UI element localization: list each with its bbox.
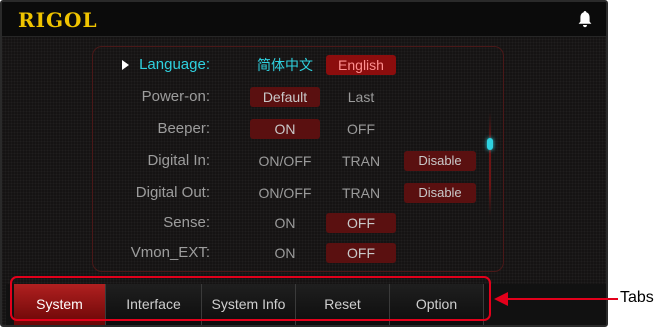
beeper-option-on[interactable]: ON bbox=[250, 119, 320, 139]
tabs-callout-label: Tabs bbox=[620, 289, 654, 306]
vmon-ext-label: Vmon_EXT: bbox=[130, 244, 210, 261]
title-bar: RIGOL bbox=[2, 2, 606, 37]
callout-arrow-line bbox=[506, 298, 618, 300]
digital-in-label: Digital In: bbox=[147, 152, 210, 169]
bell-icon[interactable] bbox=[578, 10, 592, 28]
setting-row-beeper: Beeper: ON OFF bbox=[92, 118, 504, 140]
vmon-ext-option-on[interactable]: ON bbox=[250, 243, 320, 263]
language-option-english[interactable]: English bbox=[326, 55, 396, 75]
power-on-option-last[interactable]: Last bbox=[326, 87, 396, 107]
setting-row-digital-out: Digital Out: ON/OFF TRAN Disable bbox=[92, 182, 504, 204]
language-label: Language: bbox=[139, 56, 210, 73]
sense-label: Sense: bbox=[163, 214, 210, 231]
power-on-option-default[interactable]: Default bbox=[250, 87, 320, 107]
digital-out-label: Digital Out: bbox=[135, 184, 210, 201]
setting-row-digital-in: Digital In: ON/OFF TRAN Disable bbox=[92, 150, 504, 172]
brand-logo: RIGOL bbox=[18, 8, 98, 32]
language-option-chinese[interactable]: 简体中文 bbox=[250, 55, 320, 75]
setting-row-power-on: Power-on: Default Last bbox=[92, 86, 504, 108]
digital-out-option-onoff[interactable]: ON/OFF bbox=[250, 183, 320, 203]
tabs-callout-box bbox=[10, 276, 491, 321]
digital-in-disable-button[interactable]: Disable bbox=[404, 151, 476, 171]
scrollbar-track[interactable] bbox=[489, 112, 491, 216]
sense-option-off[interactable]: OFF bbox=[326, 213, 396, 233]
beeper-label: Beeper: bbox=[157, 120, 210, 137]
setting-row-sense: Sense: ON OFF bbox=[92, 212, 504, 234]
digital-out-disable-button[interactable]: Disable bbox=[404, 183, 476, 203]
scrollbar-thumb[interactable] bbox=[487, 138, 493, 150]
vmon-ext-option-off[interactable]: OFF bbox=[326, 243, 396, 263]
digital-out-option-tran[interactable]: TRAN bbox=[326, 183, 396, 203]
digital-in-option-tran[interactable]: TRAN bbox=[326, 151, 396, 171]
power-on-label: Power-on: bbox=[141, 88, 210, 105]
focus-marker-icon bbox=[122, 60, 129, 70]
sense-option-on[interactable]: ON bbox=[250, 213, 320, 233]
digital-in-option-onoff[interactable]: ON/OFF bbox=[250, 151, 320, 171]
beeper-option-off[interactable]: OFF bbox=[326, 119, 396, 139]
setting-row-vmon-ext: Vmon_EXT: ON OFF bbox=[92, 242, 504, 264]
setting-row-language: Language: 简体中文 English bbox=[92, 54, 504, 76]
